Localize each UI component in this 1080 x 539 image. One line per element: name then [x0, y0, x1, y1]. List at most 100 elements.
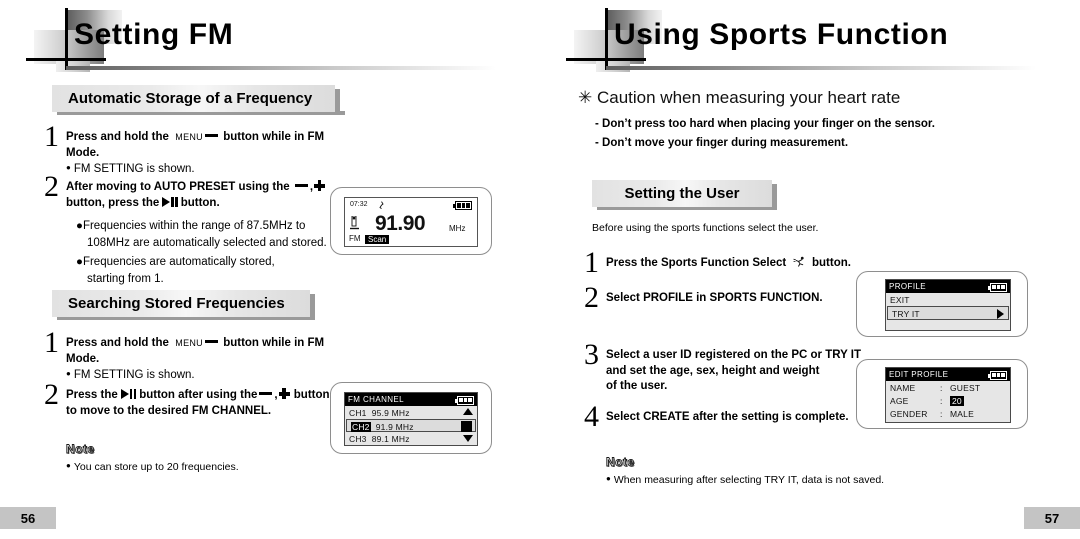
step-line1-b: button after using the	[139, 389, 258, 401]
section-heading-setting-the-user: Setting the User	[592, 180, 777, 210]
step-text: Select CREATE after the setting is compl…	[606, 411, 849, 423]
note-item: ● You can store up to 20 frequencies.	[66, 461, 239, 473]
page-number-right: 57	[1024, 507, 1080, 529]
profile-row-tryit[interactable]: TRY IT	[887, 306, 1009, 320]
field-separator: :	[940, 408, 943, 419]
step-number: 4	[584, 400, 599, 433]
fm-channel-row-3[interactable]: CH3 89.1 MHz	[345, 432, 477, 445]
right-chapter-header: Using Sports Function	[540, 0, 1080, 80]
play-pause-icon	[162, 196, 177, 207]
fm-frequency-unit: MHz	[449, 224, 466, 233]
step-line1-a: Press the Sports Function Select	[606, 257, 787, 269]
field-label: NAME	[890, 382, 916, 393]
step-text: Press the button after using the, button…	[66, 388, 344, 404]
fm-channel-row-1[interactable]: CH1 95.9 MHz	[345, 406, 477, 419]
profile-device: PROFILE EXIT TRY IT	[856, 271, 1028, 337]
step-text: Press the Sports Function Select button.	[606, 256, 884, 272]
page-number-left: 56	[0, 507, 56, 529]
signal-icon	[350, 216, 359, 230]
fm-status-badge: Scan	[365, 235, 390, 244]
left-chapter-title: Setting FM	[74, 18, 234, 51]
step-number: 2	[584, 281, 599, 314]
note-item: ● When measuring after selecting TRY IT, …	[606, 474, 884, 486]
channel-frequency: 89.1 MHz	[371, 433, 410, 444]
profile-row-exit[interactable]: EXIT	[886, 293, 1010, 306]
section-heading-label: Searching Stored Frequencies	[52, 290, 310, 317]
sub-bullet-1: ●Frequencies within the range of 87.5MHz…	[76, 218, 334, 235]
step-number: 3	[584, 338, 599, 371]
section-heading-searching-stored: Searching Stored Frequencies	[52, 290, 315, 320]
channel-frequency: 91.9 MHz	[375, 421, 414, 432]
left-note-block: Note ● You can store up to 20 frequencies…	[66, 442, 239, 473]
edit-profile-row-name[interactable]: NAME : GUEST	[886, 381, 1010, 394]
step-line-1: Select a user ID registered on the PC or…	[606, 349, 861, 361]
sports-function-icon	[793, 256, 804, 267]
scroll-up-arrow-icon[interactable]	[463, 408, 473, 415]
caution-line-2: - Don’t move your finger during measurem…	[595, 137, 849, 149]
scroll-thumb-icon[interactable]	[461, 421, 472, 432]
fm-mode-label: FM	[349, 234, 361, 243]
step-text: Press and hold the MENU button while in …	[66, 130, 344, 161]
edit-profile-row-gender[interactable]: GENDER : MALE	[886, 407, 1010, 420]
bullet-text: FM SETTING is shown.	[73, 369, 195, 382]
battery-icon	[452, 201, 472, 210]
step-line1-a: Press the	[66, 389, 118, 401]
bullet-dot-icon: ●	[606, 474, 611, 483]
step-text: Select PROFILE in SPORTS FUNCTION.	[606, 292, 823, 304]
scroll-down-arrow-icon[interactable]	[463, 435, 473, 442]
bullet-dot-icon: ●	[66, 163, 71, 173]
step-2-2: 2 Press the button after using the, butt…	[44, 380, 344, 419]
step-number: 2	[44, 170, 59, 203]
fm-channel-row-2[interactable]: CH2 91.9 MHz	[346, 419, 476, 432]
right-note-block: Note ● When measuring after selecting TRY…	[606, 455, 885, 486]
field-value-highlighted[interactable]: 20	[950, 395, 964, 406]
channel-label: CH1	[349, 407, 367, 418]
note-item-text: When measuring after selecting TRY IT, d…	[613, 474, 885, 486]
channel-label-selected: CH2	[351, 421, 371, 432]
minus-icon	[204, 134, 218, 137]
field-label: GENDER	[890, 408, 928, 419]
step-2-1: 1 Press and hold the MENU button while i…	[44, 328, 344, 384]
right-step-3: 3 Select a user ID registered on the PC …	[584, 340, 874, 395]
note-title: Note	[606, 455, 635, 470]
right-chapter-title: Using Sports Function	[614, 18, 949, 51]
step-sub-bullets: ● Frequencies within the range of 87.5MHz…	[76, 218, 334, 288]
step-line2: to move to the desired FM CHANNEL.	[66, 404, 272, 417]
manual-spread: Setting FM Automatic Storage of a Freque…	[0, 0, 1080, 539]
step-line1-a: After moving to AUTO PRESET using the	[66, 181, 290, 193]
step-line1-b: button.	[812, 257, 851, 269]
fm-frequency-device: 07:32 91.90 MHz FM Scan	[330, 187, 492, 255]
right-header-rule	[606, 66, 1036, 70]
step-line1-c: ,	[274, 389, 278, 401]
fm-channel-title: FM CHANNEL	[345, 393, 477, 406]
profile-title: PROFILE	[886, 280, 1010, 293]
edit-profile-row-age[interactable]: AGE : 20	[886, 394, 1010, 407]
minus-icon	[294, 184, 308, 187]
step-number: 1	[584, 246, 599, 279]
step-line1-b: ,	[309, 181, 314, 193]
step-line-3: of the user.	[606, 380, 668, 393]
section-heading-automatic-storage: Automatic Storage of a Frequency	[52, 85, 345, 115]
profile-title-label: PROFILE	[889, 282, 927, 291]
bullet-dot-icon: ●	[66, 369, 71, 379]
sub-bullet-2-cont: starting from 1.	[87, 273, 164, 286]
bullet-dot-icon: ●	[76, 256, 83, 269]
battery-icon	[987, 282, 1007, 292]
fm-channel-title-label: FM CHANNEL	[348, 395, 405, 404]
plus-icon	[314, 180, 326, 191]
sub-bullet-text: Frequencies within the range of 87.5MHz …	[82, 220, 306, 233]
play-pause-icon	[120, 389, 136, 399]
step-text-2: button, press the button.	[66, 196, 334, 212]
edit-profile-title: EDIT PROFILE	[886, 368, 1010, 381]
step-1-2: 2 After moving to AUTO PRESET using the …	[44, 172, 334, 288]
fm-channel-lcd: FM CHANNEL CH1 95.9 MHz CH2 91.9 MHz CH3…	[344, 392, 478, 446]
section-heading-label: Automatic Storage of a Frequency	[52, 85, 335, 112]
enter-arrow-icon[interactable]	[997, 308, 1004, 319]
fm-frequency-lcd: 07:32 91.90 MHz FM Scan	[344, 197, 478, 247]
caution-line-1: - Don’t press too hard when placing your…	[595, 118, 935, 130]
note-title: Note	[66, 442, 95, 457]
profile-row-label: EXIT	[890, 294, 910, 305]
menu-key-label: MENU	[175, 338, 203, 348]
step-bullet: ● FM SETTING is shown.	[66, 367, 344, 384]
fm-frequency-value: 91.90	[375, 212, 426, 235]
